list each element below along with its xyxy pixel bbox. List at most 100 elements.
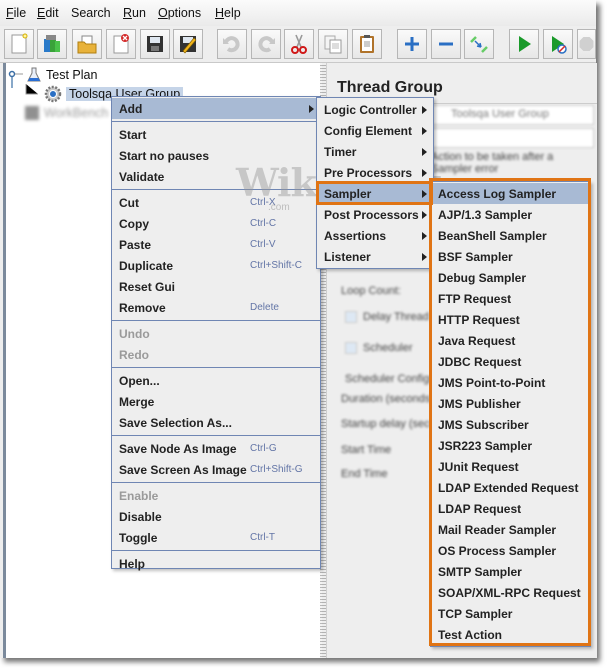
sampler-menu-item-label: TCP Sampler: [438, 606, 513, 621]
new-button[interactable]: [4, 29, 34, 59]
add-menu-item-pre-processors[interactable]: Pre Processors: [317, 162, 433, 183]
context-menu-item-merge[interactable]: Merge: [112, 391, 320, 412]
close-button[interactable]: [106, 29, 136, 59]
menu-search[interactable]: Search: [71, 6, 111, 20]
submenu-arrow-icon: [422, 210, 427, 219]
sampler-menu-item-beanshell-sampler[interactable]: BeanShell Sampler: [431, 225, 590, 246]
menu-run-label: un: [132, 6, 146, 20]
sampler-menu-item-tcp-sampler[interactable]: TCP Sampler: [431, 603, 590, 624]
start-button[interactable]: [509, 29, 539, 59]
redo-icon: [258, 36, 275, 53]
sampler-menu-item-label: BeanShell Sampler: [438, 228, 547, 243]
sampler-menu-item-http-request[interactable]: HTTP Request: [431, 309, 590, 330]
sampler-menu-item-jms-publisher[interactable]: JMS Publisher: [431, 393, 590, 414]
watermark-sub: .com: [268, 202, 290, 213]
collapse-all-button[interactable]: [431, 29, 461, 59]
start-time-label: Start Time: [341, 444, 392, 456]
paste-button[interactable]: [352, 29, 382, 59]
sampler-menu-item-ftp-request[interactable]: FTP Request: [431, 288, 590, 309]
comments-field[interactable]: [427, 128, 594, 148]
expand-all-button[interactable]: [397, 29, 427, 59]
add-menu-item-assertions[interactable]: Assertions: [317, 225, 433, 246]
sampler-menu-item-label: LDAP Request: [438, 501, 522, 516]
open-button[interactable]: [72, 29, 102, 59]
sampler-menu-item-label: HTTP Request: [438, 312, 520, 327]
start-no-pauses-button[interactable]: [543, 29, 573, 59]
context-menu-item-label: Paste: [119, 237, 152, 252]
context-menu-item-label: Duplicate: [119, 258, 174, 273]
add-menu-item-label: Listener: [324, 249, 371, 264]
shortcut-label: Ctrl+Shift-G: [250, 464, 303, 475]
context-menu-item-start[interactable]: Start: [112, 124, 320, 145]
menu-file[interactable]: File: [6, 6, 26, 20]
tree-node-test-plan[interactable]: Test Plan: [26, 67, 97, 83]
menu-options[interactable]: Options: [158, 6, 201, 20]
sampler-menu-item-ldap-request[interactable]: LDAP Request: [431, 498, 590, 519]
paste-icon: [360, 35, 374, 53]
sampler-menu-item-jdbc-request[interactable]: JDBC Request: [431, 351, 590, 372]
context-menu-item-remove[interactable]: Remove Delete: [112, 297, 320, 318]
save-button[interactable]: [140, 29, 170, 59]
context-menu-item-undo[interactable]: Undo: [112, 323, 320, 344]
tree-node-workbench[interactable]: WorkBench: [24, 105, 108, 121]
sampler-menu-item-label: JMS Point-to-Point: [438, 375, 546, 390]
sampler-menu-item-mail-reader-sampler[interactable]: Mail Reader Sampler: [431, 519, 590, 540]
context-menu-item-save-screen-as-image[interactable]: Save Screen As Image Ctrl+Shift-G: [112, 459, 320, 480]
context-menu-item-open[interactable]: Open...: [112, 370, 320, 391]
context-menu-item-add[interactable]: Add: [112, 98, 320, 119]
add-menu-item-label: Pre Processors: [324, 165, 413, 180]
context-menu-item-duplicate[interactable]: Duplicate Ctrl+Shift-C: [112, 255, 320, 276]
add-menu-item-listener[interactable]: Listener: [317, 246, 433, 267]
context-menu-item-label: Copy: [119, 216, 149, 231]
toggle-button[interactable]: [464, 29, 494, 59]
gear-icon: [44, 85, 62, 103]
context-menu-item-paste[interactable]: Paste Ctrl-V: [112, 234, 320, 255]
undo-button[interactable]: [217, 29, 247, 59]
add-menu-item-logic-controller[interactable]: Logic Controller: [317, 99, 433, 120]
delay-thread-checkbox[interactable]: [345, 311, 357, 323]
menu-run[interactable]: Run: [123, 6, 146, 20]
context-menu-item-redo[interactable]: Redo: [112, 344, 320, 365]
templates-button[interactable]: [37, 29, 67, 59]
menu-separator: [112, 320, 320, 321]
cut-button[interactable]: [284, 29, 314, 59]
sampler-menu-item-jms-subscriber[interactable]: JMS Subscriber: [431, 414, 590, 435]
context-menu-item-save-node-as-image[interactable]: Save Node As Image Ctrl-G: [112, 438, 320, 459]
context-menu-item-copy[interactable]: Copy Ctrl-C: [112, 213, 320, 234]
sampler-menu-item-soap-xml-rpc-request[interactable]: SOAP/XML-RPC Request: [431, 582, 590, 603]
sampler-menu-item-debug-sampler[interactable]: Debug Sampler: [431, 267, 590, 288]
save-as-button[interactable]: [173, 29, 203, 59]
sampler-menu-item-label: Debug Sampler: [438, 270, 527, 285]
context-menu-item-save-selection-as[interactable]: Save Selection As...: [112, 412, 320, 433]
copy-button[interactable]: [318, 29, 348, 59]
sampler-menu-item-java-request[interactable]: Java Request: [431, 330, 590, 351]
context-menu-item-help[interactable]: Help: [112, 553, 320, 574]
sampler-menu-item-os-process-sampler[interactable]: OS Process Sampler: [431, 540, 590, 561]
menu-help-label: elp: [224, 6, 241, 20]
sampler-menu-item-access-log-sampler[interactable]: Access Log Sampler: [431, 183, 590, 204]
add-menu-item-sampler[interactable]: Sampler: [317, 183, 433, 204]
sampler-menu-item-junit-request[interactable]: JUnit Request: [431, 456, 590, 477]
add-menu-item-post-processors[interactable]: Post Processors: [317, 204, 433, 225]
sampler-menu-item-label: FTP Request: [438, 291, 512, 306]
context-menu-item-label: Open...: [119, 373, 160, 388]
menu-edit[interactable]: Edit: [37, 6, 59, 20]
redo-button[interactable]: [251, 29, 281, 59]
sampler-menu-item-test-action[interactable]: Test Action: [431, 624, 590, 645]
add-menu-item-timer[interactable]: Timer: [317, 141, 433, 162]
context-menu-item-toggle[interactable]: Toggle Ctrl-T: [112, 527, 320, 548]
sampler-menu-item-smtp-sampler[interactable]: SMTP Sampler: [431, 561, 590, 582]
add-menu-item-config-element[interactable]: Config Element: [317, 120, 433, 141]
context-menu-item-reset-gui[interactable]: Reset Gui: [112, 276, 320, 297]
context-menu-item-disable[interactable]: Disable: [112, 506, 320, 527]
sampler-menu-item-jms-point-to-point[interactable]: JMS Point-to-Point: [431, 372, 590, 393]
context-menu-item-enable[interactable]: Enable: [112, 485, 320, 506]
sampler-menu-item-ajp-1-3-sampler[interactable]: AJP/1.3 Sampler: [431, 204, 590, 225]
stop-button[interactable]: [577, 29, 596, 59]
scheduler-checkbox[interactable]: [345, 342, 357, 354]
menu-separator: [112, 482, 320, 483]
menu-help[interactable]: Help: [215, 6, 241, 20]
sampler-menu-item-jsr223-sampler[interactable]: JSR223 Sampler: [431, 435, 590, 456]
sampler-menu-item-ldap-extended-request[interactable]: LDAP Extended Request: [431, 477, 590, 498]
sampler-menu-item-bsf-sampler[interactable]: BSF Sampler: [431, 246, 590, 267]
